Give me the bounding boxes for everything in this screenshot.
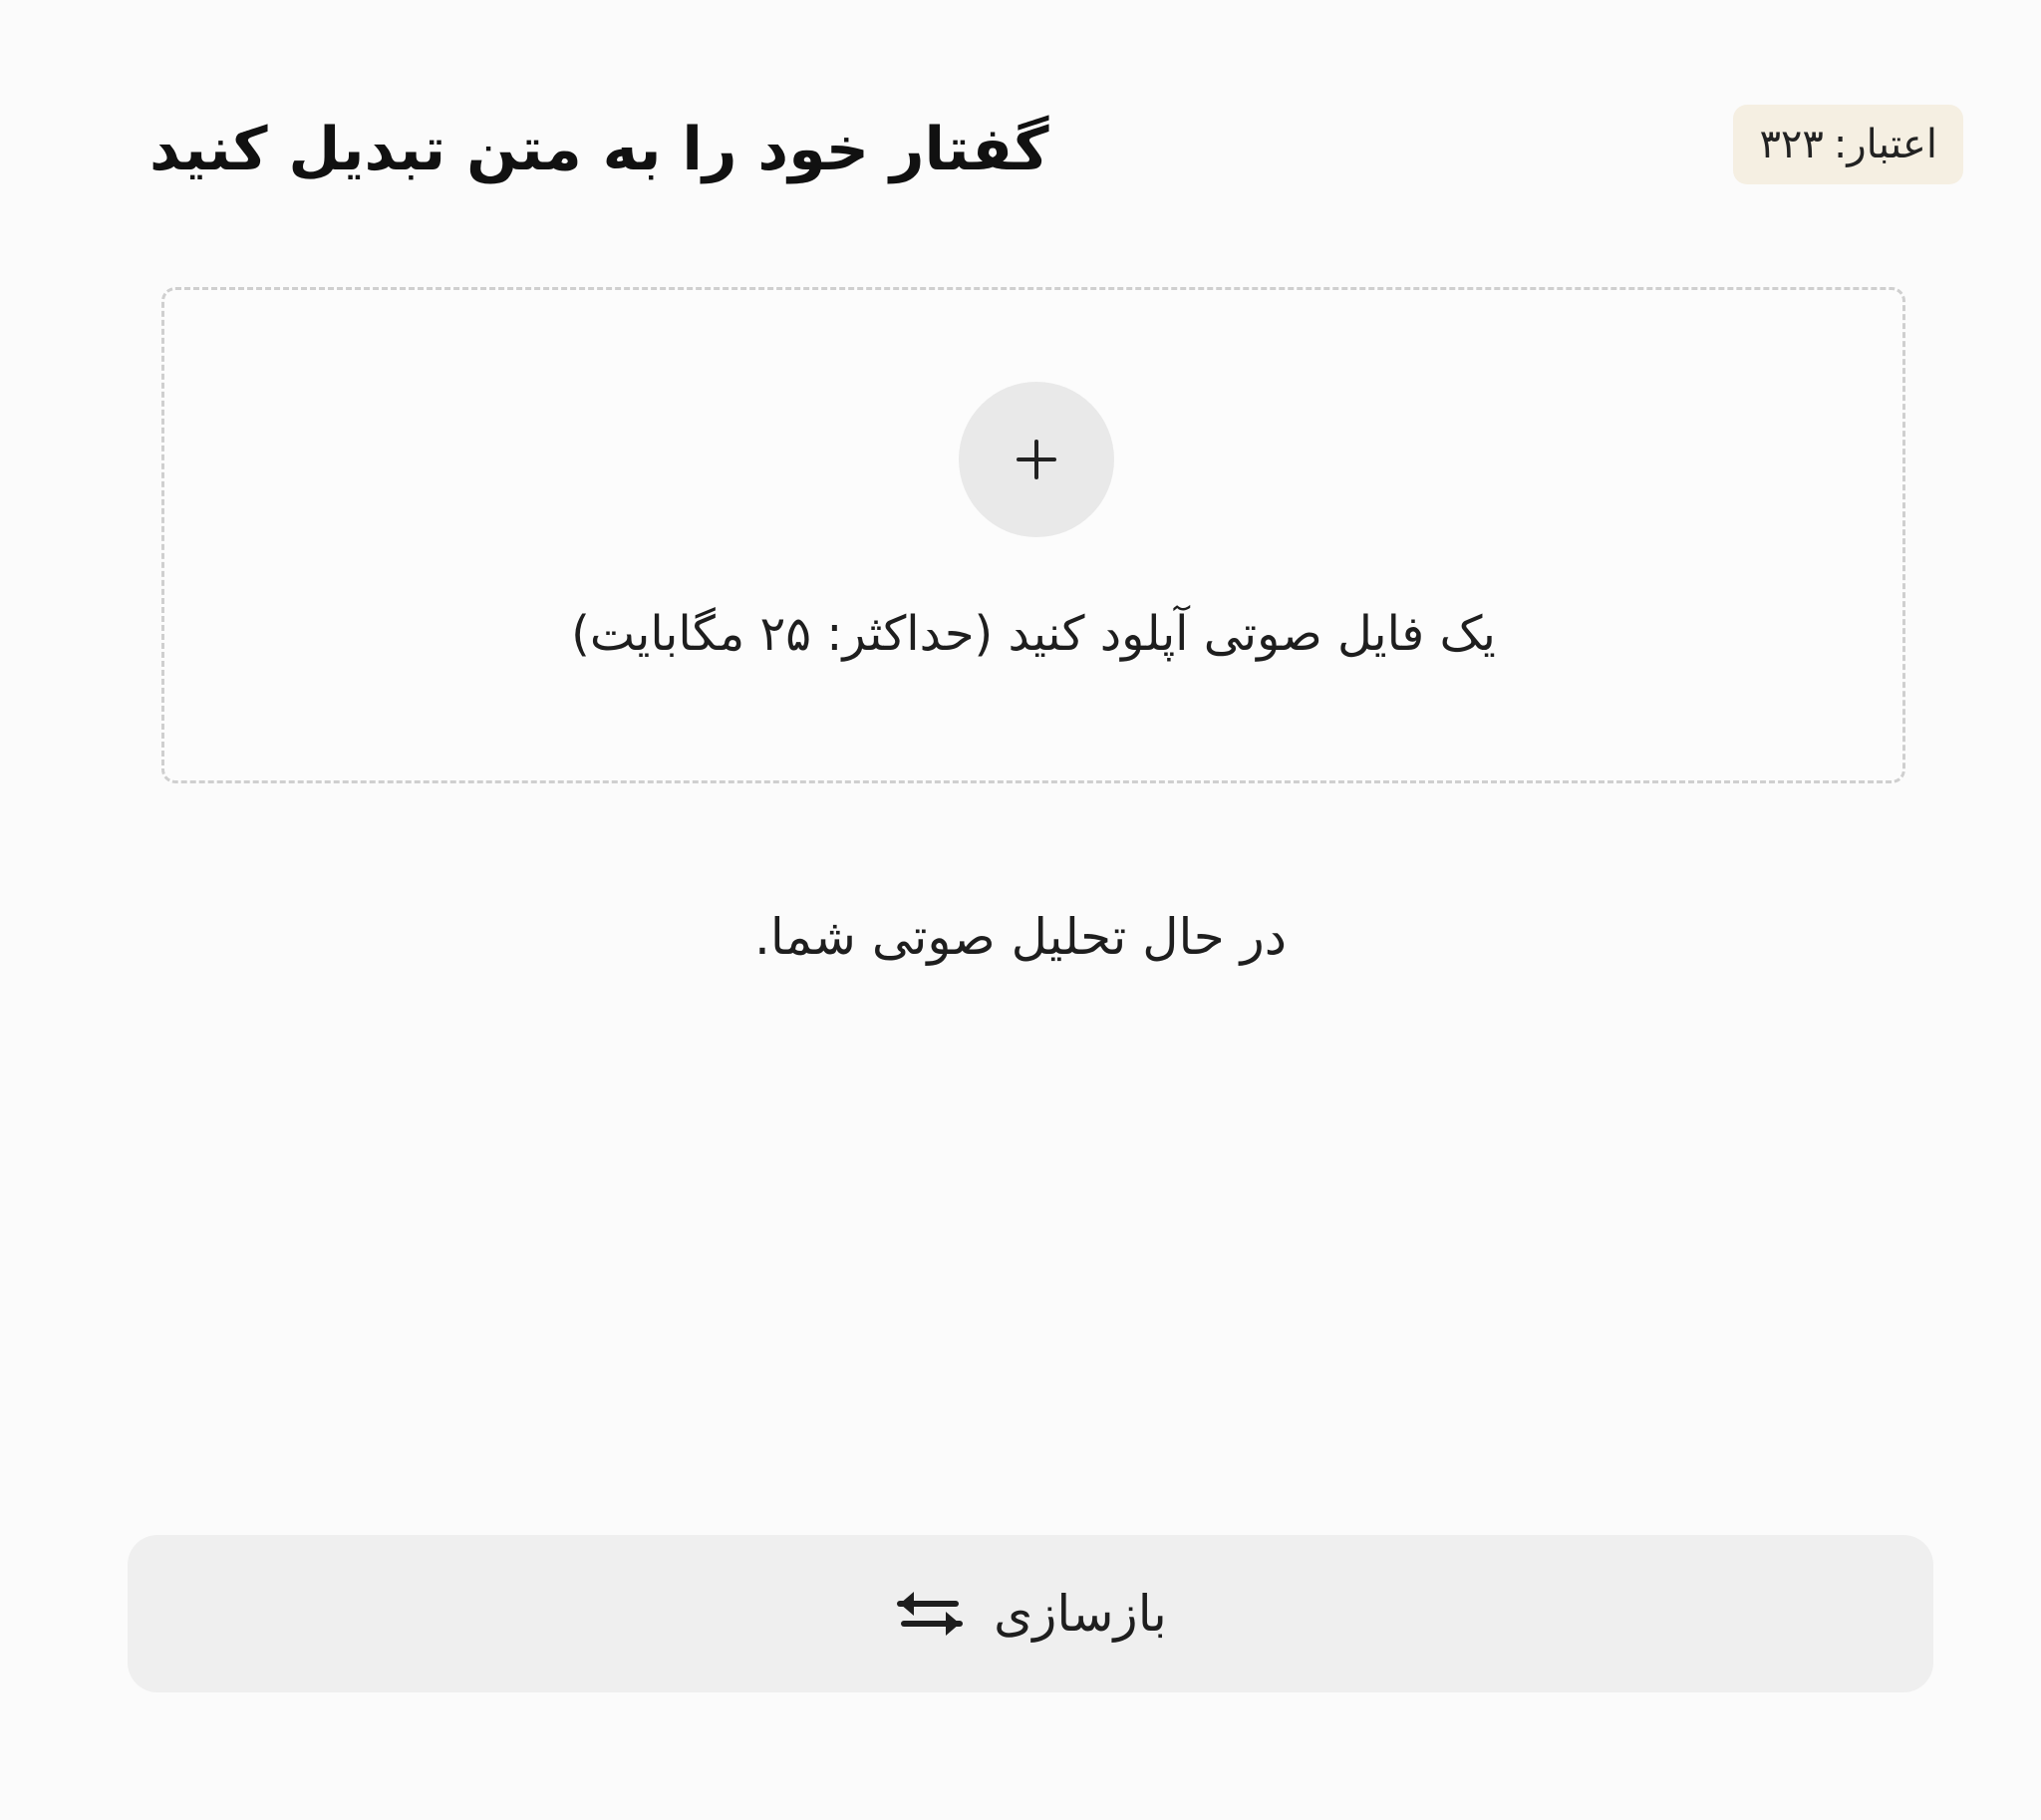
add-file-button[interactable] (959, 382, 1114, 537)
plus-icon (1017, 440, 1056, 479)
credit-value: ۳۲۳ (1759, 122, 1824, 167)
credit-label: اعتبار: (1833, 122, 1937, 167)
page-title: گفتار خود را به متن تبدیل کنید (149, 115, 1049, 184)
analysis-status: در حال تحلیل صوتی شما. (754, 908, 1287, 966)
swap-arrows-icon (894, 1584, 966, 1644)
upload-dropzone[interactable]: یک فایل صوتی آپلود کنید (حداکثر: ۲۵ مگاب… (161, 287, 1905, 783)
rebuild-label: بازسازی (994, 1585, 1167, 1643)
credit-badge: اعتبار:۳۲۳ (1733, 105, 1963, 184)
rebuild-button[interactable]: بازسازی (128, 1535, 1933, 1692)
audio-waveform (581, 1036, 1411, 1396)
upload-instruction: یک فایل صوتی آپلود کنید (حداکثر: ۲۵ مگاب… (571, 606, 1496, 662)
header: اعتبار:۳۲۳ گفتار خود را به متن تبدیل کنی… (149, 100, 1963, 199)
